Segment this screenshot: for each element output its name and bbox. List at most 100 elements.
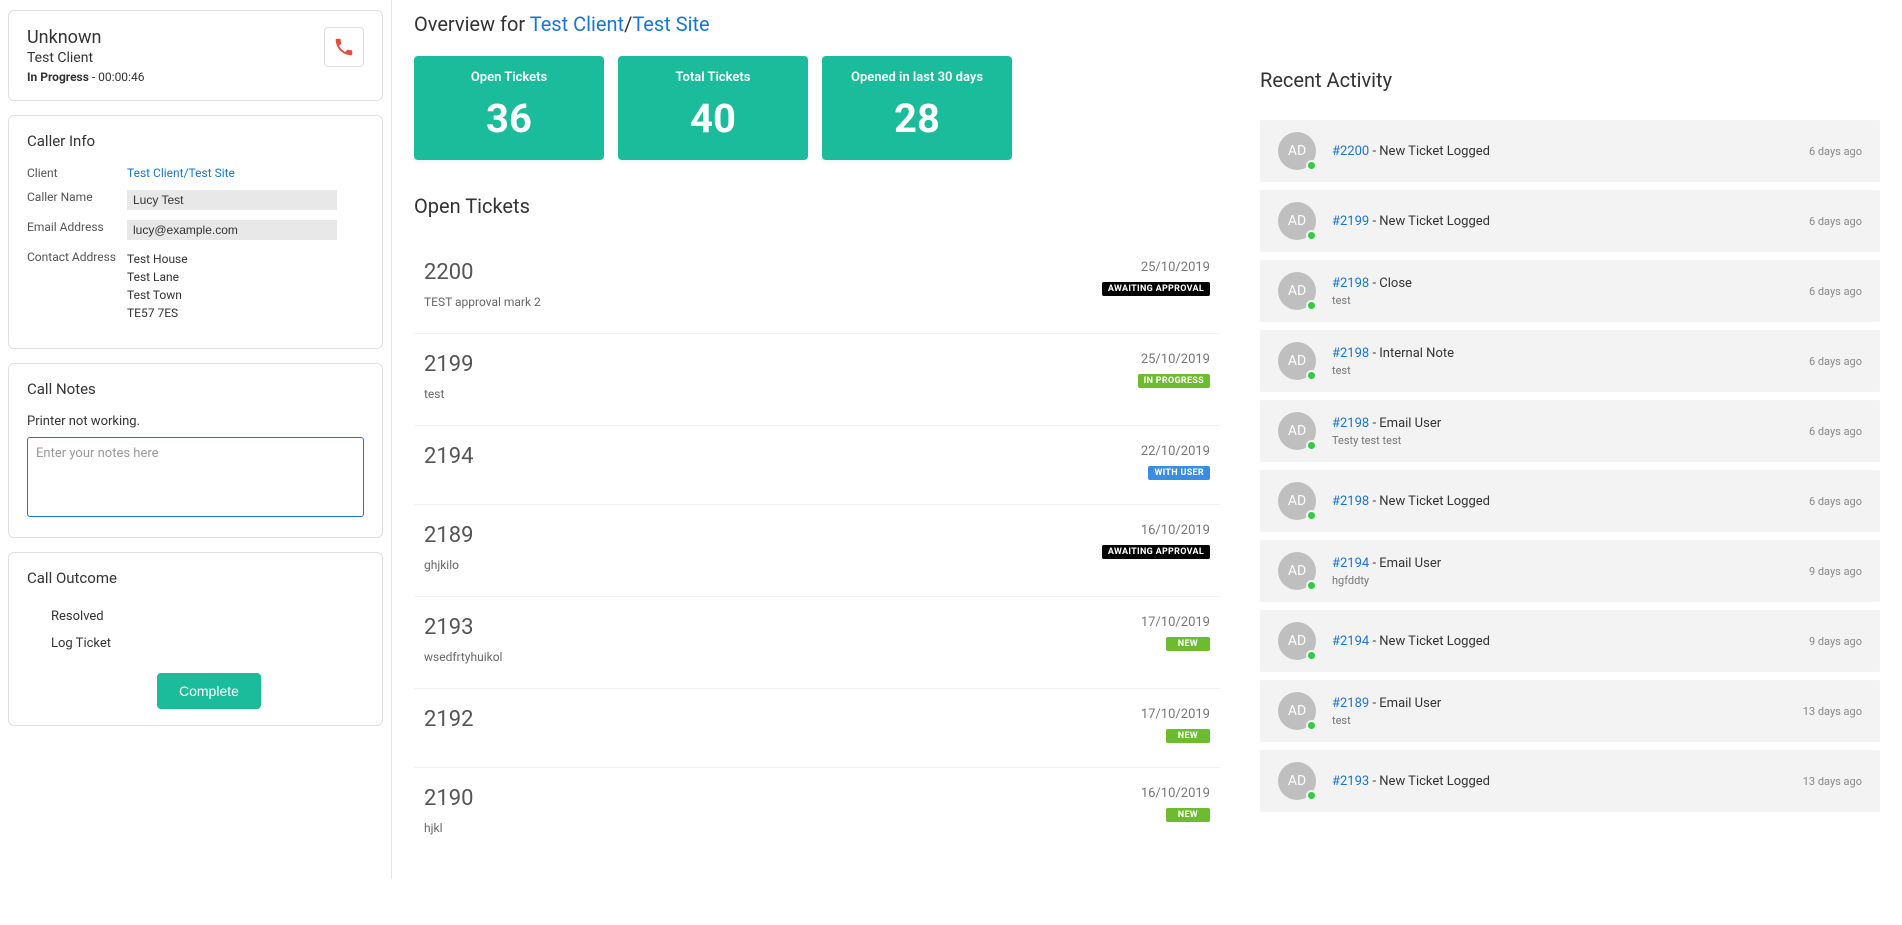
- activity-time: 6 days ago: [1809, 495, 1862, 508]
- hangup-button[interactable]: [324, 27, 364, 67]
- presence-dot: [1306, 160, 1317, 171]
- ticket-date: 16/10/2019: [1102, 523, 1210, 538]
- activity-row[interactable]: AD #2193 - New Ticket Logged 13 days ago: [1260, 750, 1880, 812]
- ticket-date: 22/10/2019: [1141, 444, 1210, 459]
- activity-sub: test: [1332, 364, 1793, 377]
- activity-title: #2198 - New Ticket Logged: [1332, 494, 1793, 509]
- ticket-row[interactable]: 2189 ghjkilo 16/10/2019 AWAITING APPROVA…: [414, 505, 1220, 597]
- activity-row[interactable]: AD #2199 - New Ticket Logged 6 days ago: [1260, 190, 1880, 252]
- complete-button[interactable]: Complete: [157, 673, 261, 709]
- activity-sub: test: [1332, 294, 1793, 307]
- activity-row[interactable]: AD #2198 - New Ticket Logged 6 days ago: [1260, 470, 1880, 532]
- ticket-number: 2190: [424, 786, 473, 811]
- avatar: AD: [1278, 272, 1316, 310]
- ticket-date: 17/10/2019: [1141, 707, 1210, 722]
- ticket-row[interactable]: 2199 test 25/10/2019 IN PROGRESS: [414, 334, 1220, 426]
- activity-title: #2194 - Email User: [1332, 556, 1793, 571]
- presence-dot: [1306, 580, 1317, 591]
- activity-ticket-link[interactable]: #2189: [1332, 696, 1369, 711]
- activity-ticket-link[interactable]: #2194: [1332, 634, 1369, 649]
- presence-dot: [1306, 300, 1317, 311]
- activity-time: 6 days ago: [1809, 145, 1862, 158]
- email-input[interactable]: [127, 220, 337, 240]
- recent-activity-heading: Recent Activity: [1260, 68, 1880, 92]
- activity-panel: Recent Activity AD #2200 - New Ticket Lo…: [1260, 12, 1880, 859]
- activity-ticket-link[interactable]: #2200: [1332, 144, 1369, 159]
- avatar: AD: [1278, 692, 1316, 730]
- activity-ticket-link[interactable]: #2198: [1332, 416, 1369, 431]
- ticket-row[interactable]: 2190 hjkl 16/10/2019 NEW: [414, 768, 1220, 859]
- activity-title: #2200 - New Ticket Logged: [1332, 144, 1793, 159]
- overview-client-link[interactable]: Test Client: [530, 12, 624, 36]
- activity-time: 9 days ago: [1809, 635, 1862, 648]
- ticket-number: 2199: [424, 352, 473, 377]
- presence-dot: [1306, 720, 1317, 731]
- activity-row[interactable]: AD #2194 - Email User hgfddty 9 days ago: [1260, 540, 1880, 602]
- activity-title: #2194 - New Ticket Logged: [1332, 634, 1793, 649]
- caller-name-input[interactable]: [127, 190, 337, 210]
- overview-site-link[interactable]: Test Site: [632, 12, 709, 36]
- activity-sub: hgfddty: [1332, 574, 1793, 587]
- activity-row[interactable]: AD #2198 - Close test 6 days ago: [1260, 260, 1880, 322]
- activity-time: 13 days ago: [1803, 705, 1862, 718]
- ticket-date: 17/10/2019: [1141, 615, 1210, 630]
- activity-row[interactable]: AD #2200 - New Ticket Logged 6 days ago: [1260, 120, 1880, 182]
- call-outcome-heading: Call Outcome: [27, 569, 364, 587]
- stat-value: 40: [618, 95, 808, 142]
- activity-time: 9 days ago: [1809, 565, 1862, 578]
- main-center: Overview for Test Client/Test Site Open …: [414, 12, 1220, 859]
- activity-time: 6 days ago: [1809, 425, 1862, 438]
- activity-row[interactable]: AD #2198 - Internal Note test 6 days ago: [1260, 330, 1880, 392]
- activity-ticket-link[interactable]: #2194: [1332, 556, 1369, 571]
- existing-note: Printer not working.: [27, 414, 364, 429]
- stat-label: Opened in last 30 days: [822, 70, 1012, 85]
- client-link[interactable]: Test Client/Test Site: [127, 166, 235, 180]
- activity-row[interactable]: AD #2194 - New Ticket Logged 9 days ago: [1260, 610, 1880, 672]
- stat-card: Opened in last 30 days 28: [822, 56, 1012, 160]
- stat-cards: Open Tickets 36Total Tickets 40Opened in…: [414, 56, 1220, 160]
- caller-name-label: Caller Name: [27, 190, 127, 210]
- activity-list: AD #2200 - New Ticket Logged 6 days ago …: [1260, 120, 1880, 812]
- status-badge: WITH USER: [1148, 466, 1210, 480]
- avatar: AD: [1278, 552, 1316, 590]
- avatar: AD: [1278, 412, 1316, 450]
- activity-title: #2193 - New Ticket Logged: [1332, 774, 1787, 789]
- activity-row[interactable]: AD #2189 - Email User test 13 days ago: [1260, 680, 1880, 742]
- presence-dot: [1306, 510, 1317, 521]
- presence-dot: [1306, 370, 1317, 381]
- caller-card: Unknown Test Client In Progress - 00:00:…: [8, 10, 383, 101]
- activity-ticket-link[interactable]: #2199: [1332, 214, 1369, 229]
- avatar: AD: [1278, 202, 1316, 240]
- activity-ticket-link[interactable]: #2198: [1332, 494, 1369, 509]
- call-notes-heading: Call Notes: [27, 380, 364, 398]
- ticket-row[interactable]: 2193 wsedfrtyhuikol 17/10/2019 NEW: [414, 597, 1220, 689]
- ticket-row[interactable]: 2200 TEST approval mark 2 25/10/2019 AWA…: [414, 242, 1220, 334]
- notes-textarea[interactable]: [27, 437, 364, 517]
- activity-ticket-link[interactable]: #2198: [1332, 276, 1369, 291]
- activity-sub: test: [1332, 714, 1787, 727]
- ticket-number: 2192: [424, 707, 473, 732]
- ticket-number: 2194: [424, 444, 473, 469]
- presence-dot: [1306, 650, 1317, 661]
- activity-row[interactable]: AD #2198 - Email User Testy test test 6 …: [1260, 400, 1880, 462]
- address-value: Test House Test Lane Test Town TE57 7ES: [127, 250, 188, 322]
- avatar: AD: [1278, 622, 1316, 660]
- status-badge: NEW: [1166, 808, 1210, 822]
- open-tickets-heading: Open Tickets: [414, 194, 1220, 218]
- call-notes-card: Call Notes Printer not working.: [8, 363, 383, 538]
- activity-time: 6 days ago: [1809, 355, 1862, 368]
- ticket-row[interactable]: 2194 22/10/2019 WITH USER: [414, 426, 1220, 505]
- activity-time: 13 days ago: [1803, 775, 1862, 788]
- caller-info-card: Caller Info Client Test Client/Test Site…: [8, 115, 383, 349]
- activity-title: #2189 - Email User: [1332, 696, 1787, 711]
- call-outcome-card: Call Outcome Resolved Log Ticket Complet…: [8, 552, 383, 726]
- outcome-resolved[interactable]: Resolved: [51, 603, 364, 630]
- activity-ticket-link[interactable]: #2198: [1332, 346, 1369, 361]
- presence-dot: [1306, 230, 1317, 241]
- ticket-row[interactable]: 2192 17/10/2019 NEW: [414, 689, 1220, 768]
- activity-ticket-link[interactable]: #2193: [1332, 774, 1369, 789]
- ticket-desc: TEST approval mark 2: [424, 295, 541, 309]
- outcome-log-ticket[interactable]: Log Ticket: [51, 630, 364, 657]
- email-label: Email Address: [27, 220, 127, 240]
- status-badge: AWAITING APPROVAL: [1102, 545, 1210, 559]
